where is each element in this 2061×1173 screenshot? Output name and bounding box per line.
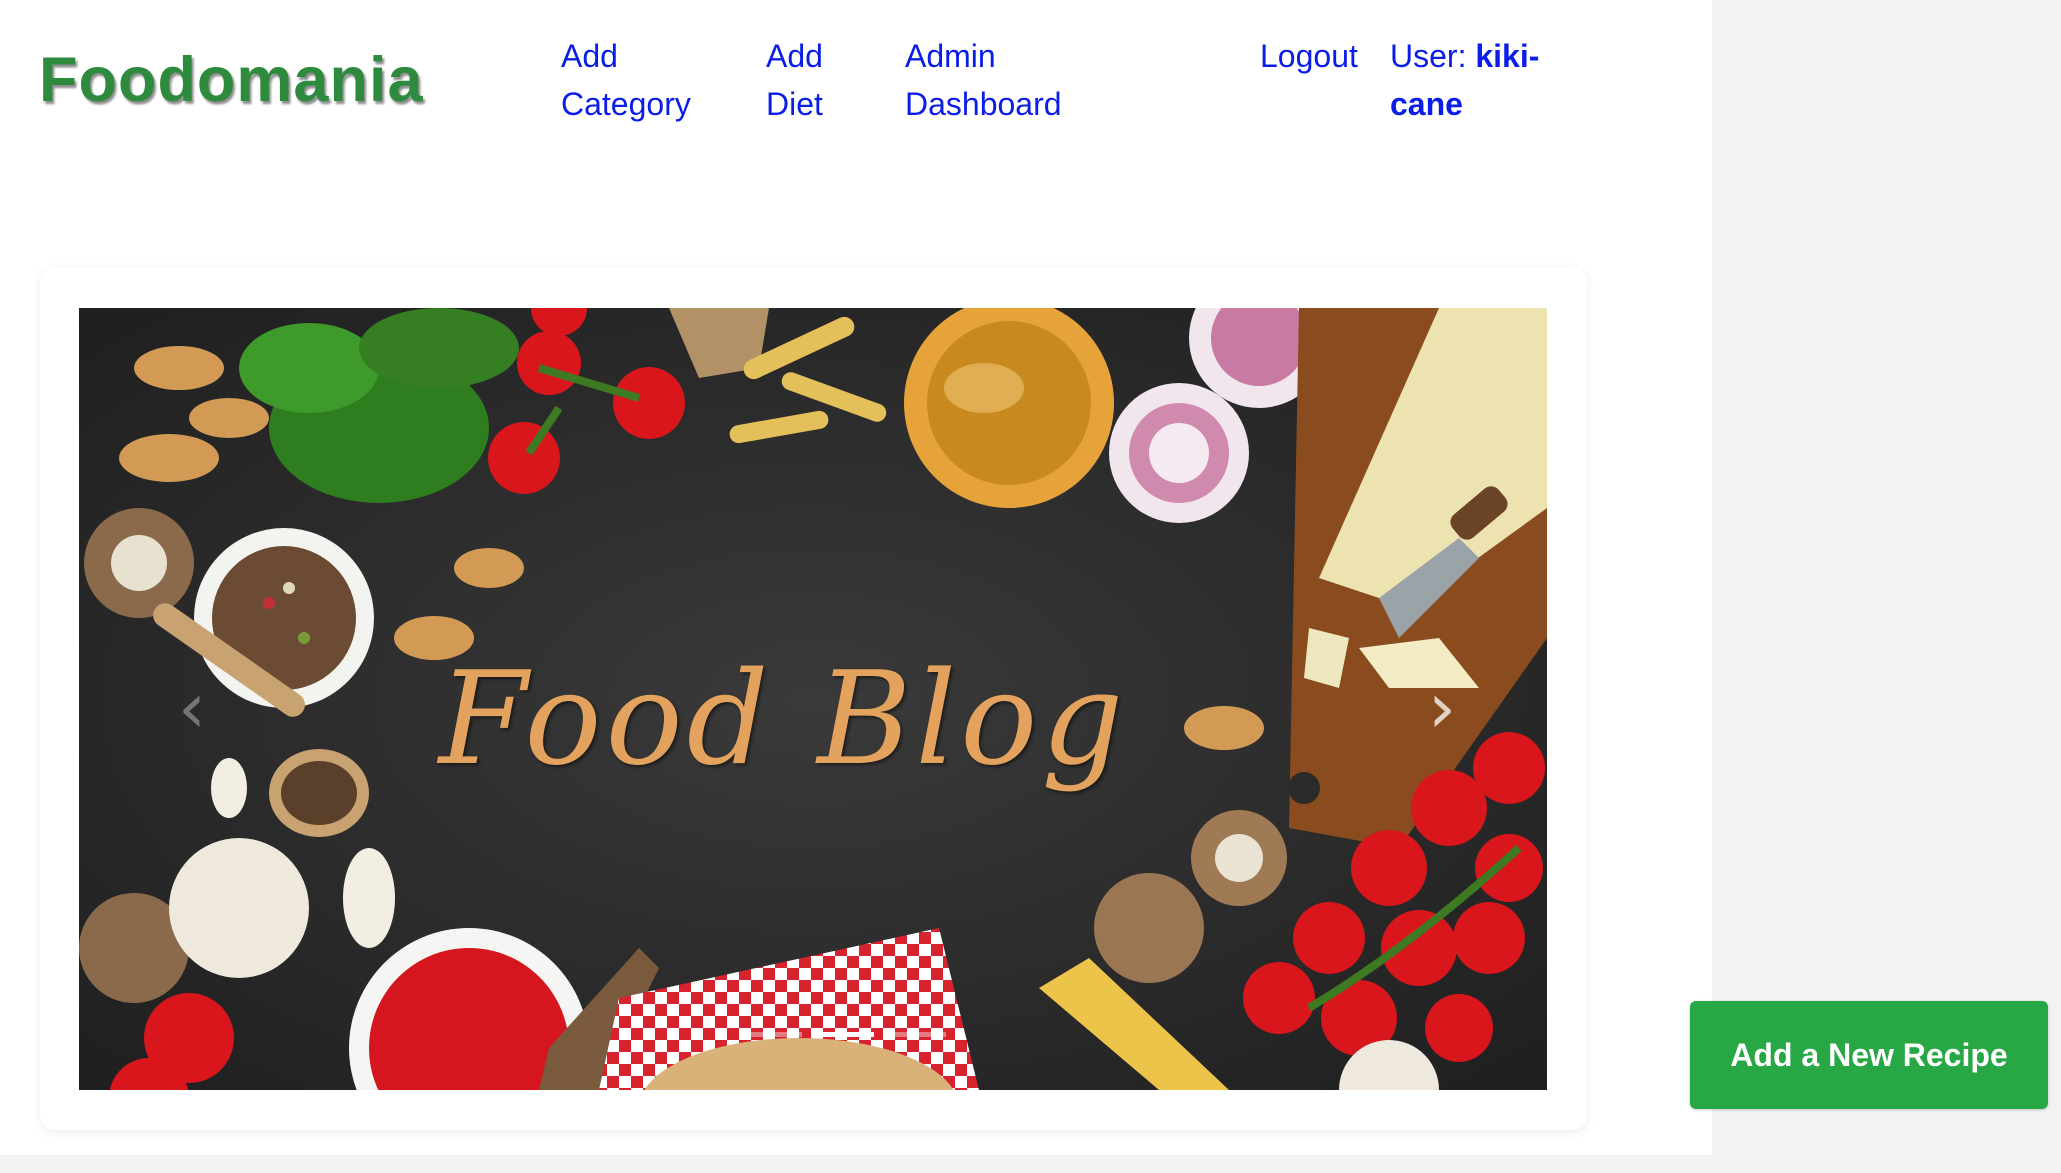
nav-admin-dashboard[interactable]: Admin Dashboard: [905, 32, 1062, 128]
add-new-recipe-button[interactable]: Add a New Recipe: [1690, 1001, 2048, 1109]
right-sidebar: [1712, 0, 2061, 1173]
user-name-part1: kiki-: [1475, 38, 1540, 74]
chevron-left-icon[interactable]: ‹: [167, 668, 217, 748]
carousel-indicator[interactable]: [742, 1032, 802, 1037]
nav-add-category-line1: Add: [561, 38, 618, 74]
user-label: User:: [1390, 38, 1476, 74]
carousel-indicator-active[interactable]: [814, 1032, 874, 1037]
page-bottom-edge: [0, 1155, 1712, 1173]
hero-carousel[interactable]: Food Blog ‹ ›: [79, 308, 1547, 1090]
nav-add-category-line2: Category: [561, 86, 691, 122]
site-logo[interactable]: Foodomania: [39, 44, 424, 116]
food-blog-image: [79, 308, 1547, 1090]
user-name-part2: cane: [1390, 86, 1463, 122]
logout-link[interactable]: Logout: [1260, 32, 1358, 80]
nav-add-diet-line2: Diet: [766, 86, 823, 122]
chevron-right-icon[interactable]: ›: [1417, 668, 1467, 748]
nav-add-diet[interactable]: Add Diet: [766, 32, 823, 128]
carousel-indicator[interactable]: [886, 1032, 946, 1037]
carousel-indicators: [79, 1032, 1547, 1037]
nav-add-diet-line1: Add: [766, 38, 823, 74]
user-info: User: kiki- cane: [1390, 32, 1539, 128]
nav-admin-dashboard-line2: Dashboard: [905, 86, 1062, 122]
nav-admin-dashboard-line1: Admin: [905, 38, 996, 74]
nav-add-category[interactable]: Add Category: [561, 32, 691, 128]
